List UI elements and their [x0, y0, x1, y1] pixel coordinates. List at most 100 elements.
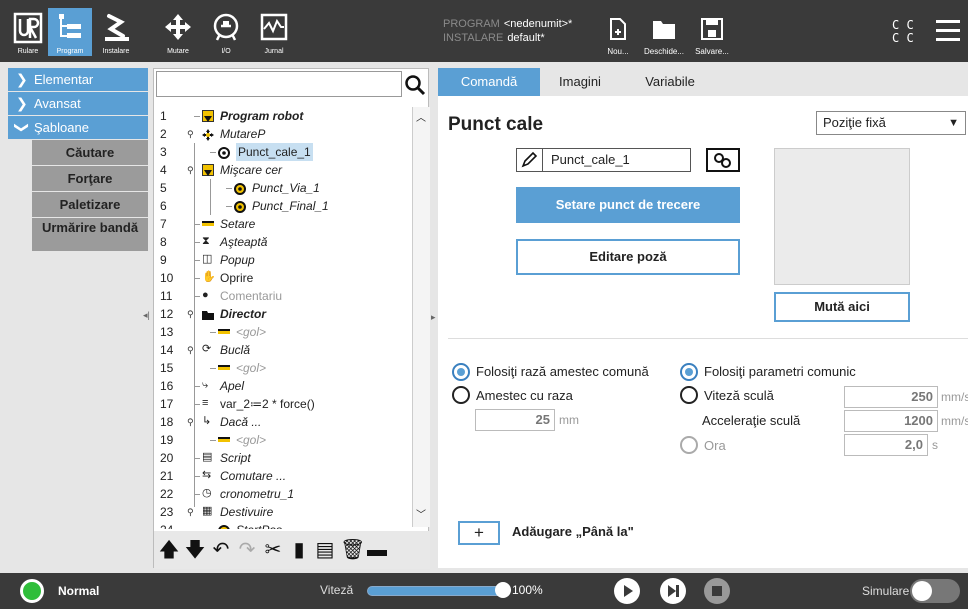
nav-installation[interactable]: Instalare: [94, 8, 138, 56]
power-status-icon[interactable]: [20, 579, 44, 603]
move-here-button[interactable]: Mută aici: [774, 292, 910, 322]
tree-search-input[interactable]: [156, 71, 402, 97]
suppress-icon[interactable]: ▬: [366, 537, 388, 563]
radio-tool-speed[interactable]: [680, 386, 698, 404]
radio-shared-blend[interactable]: [452, 363, 470, 381]
radio-blend-radius[interactable]: [452, 386, 470, 404]
pin-icon[interactable]: ⚲: [187, 413, 194, 431]
cut-icon[interactable]: ✂: [262, 537, 284, 563]
tree-row[interactable]: 22 ◷ cronometru_1: [154, 485, 410, 503]
tree-row[interactable]: 4 ⚲ Mişcare cer: [154, 161, 410, 179]
radio-shared-params[interactable]: [680, 363, 698, 381]
nav-io[interactable]: I/O: [204, 8, 248, 56]
tab-command[interactable]: Comandă: [438, 68, 540, 96]
tab-graphics[interactable]: Imagini: [540, 68, 620, 96]
tree-row[interactable]: 1 Program robot: [154, 107, 410, 125]
sidebar-item-palletizing[interactable]: Paletizare: [32, 192, 148, 218]
redo-icon[interactable]: ↷: [236, 537, 258, 563]
search-icon[interactable]: [404, 74, 426, 96]
tree-row-number: 4: [160, 163, 167, 177]
add-until-button[interactable]: +: [458, 521, 500, 545]
tree-row[interactable]: 16 ⤷ Apel: [154, 377, 410, 395]
position-type-select[interactable]: Poziţie fixă ▼: [816, 111, 966, 135]
time-input[interactable]: 2,0: [844, 434, 928, 456]
open-button[interactable]: Deschide...: [642, 18, 686, 58]
move-icon: [202, 128, 214, 141]
tree-row[interactable]: 17 ≡ var_2≔2 * force(): [154, 395, 410, 413]
tree-row[interactable]: 3 Punct_cale_1: [154, 143, 410, 161]
radio-time[interactable]: [680, 436, 698, 454]
tab-variables[interactable]: Variabile: [620, 68, 720, 96]
tree-row-label: Mişcare cer: [220, 163, 283, 177]
sidebar-category-label: Şabloane: [34, 120, 89, 135]
scroll-up-icon[interactable]: ︿: [416, 109, 426, 124]
tool-accel-input[interactable]: 1200: [844, 410, 938, 432]
nav-program[interactable]: Program: [48, 8, 92, 56]
sidebar-item-search[interactable]: Căutare: [32, 140, 148, 166]
tree-row-number: 3: [160, 145, 167, 159]
tree-row[interactable]: 13 <gol>: [154, 323, 410, 341]
move-up-icon[interactable]: 🡅: [158, 537, 180, 563]
tree-row[interactable]: 6 Punct_Final_1: [154, 197, 410, 215]
paste-icon[interactable]: ▤: [314, 537, 336, 563]
assignment-icon: ≡: [202, 397, 209, 409]
blend-radius-input[interactable]: 25: [475, 409, 555, 431]
scroll-down-icon[interactable]: ﹀: [416, 506, 426, 521]
speed-slider-handle[interactable]: [495, 582, 511, 598]
pin-icon[interactable]: ⚲: [187, 161, 194, 179]
play-button[interactable]: [614, 578, 640, 604]
pencil-icon[interactable]: [517, 149, 543, 171]
tree-row[interactable]: 23 ⚲ ▦ Destivuire: [154, 503, 410, 521]
tree-row-number: 5: [160, 181, 167, 195]
tree-row[interactable]: 24 StartPos: [154, 521, 410, 529]
copy-icon[interactable]: ▮: [288, 537, 310, 563]
tree-row-label: Comentariu: [220, 289, 283, 303]
tree-row[interactable]: 19 <gol>: [154, 431, 410, 449]
sidebar-item-conveyor[interactable]: Urmărire bandă: [32, 218, 148, 252]
sidebar-item-force[interactable]: Forţare: [32, 166, 148, 192]
simulation-toggle[interactable]: [910, 579, 960, 603]
save-button[interactable]: Salvare...: [690, 18, 734, 58]
splitter-left-icon[interactable]: ◂|: [143, 310, 151, 322]
tree-row[interactable]: 7 Setare: [154, 215, 410, 233]
tree-row[interactable]: 9 ◫ Popup: [154, 251, 410, 269]
tree-row[interactable]: 12 ⚲ Director: [154, 305, 410, 323]
tree-row[interactable]: 14 ⚲ ⟳ Buclă: [154, 341, 410, 359]
tree-row[interactable]: 18 ⚲ ↳ Dacă ...: [154, 413, 410, 431]
link-icon[interactable]: [706, 148, 740, 172]
waypoint-name-field[interactable]: Punct_cale_1: [516, 148, 691, 172]
tree-row[interactable]: 11 ● Comentariu: [154, 287, 410, 305]
save-button-label: Salvare...: [695, 47, 729, 56]
tree-row[interactable]: 8 ⧗ Aşteaptă: [154, 233, 410, 251]
undo-icon[interactable]: ↶: [210, 537, 232, 563]
set-waypoint-button[interactable]: Setare punct de trecere: [516, 187, 740, 223]
tree-row[interactable]: 2 ⚲ MutareP: [154, 125, 410, 143]
edit-pose-button[interactable]: Editare poză: [516, 239, 740, 275]
step-button[interactable]: [660, 578, 686, 604]
tree-row[interactable]: 20 ▤ Script: [154, 449, 410, 467]
nav-log[interactable]: Jurnal: [252, 8, 296, 56]
pin-icon[interactable]: ⚲: [187, 503, 194, 521]
delete-icon[interactable]: 🗑: [340, 537, 365, 563]
move-down-icon[interactable]: 🡇: [184, 537, 206, 563]
speed-slider[interactable]: [367, 586, 505, 596]
program-label: PROGRAM: [443, 18, 500, 30]
tree-scrollbar[interactable]: ︿ ﹀: [412, 107, 430, 527]
pin-icon[interactable]: ⚲: [187, 305, 194, 323]
tree-row[interactable]: 5 Punct_Via_1: [154, 179, 410, 197]
tree-row[interactable]: 15 <gol>: [154, 359, 410, 377]
comment-icon: ●: [202, 289, 209, 301]
sidebar-category-advanced[interactable]: ❯ Avansat: [8, 92, 148, 115]
sidebar-category-templates[interactable]: ❯ Şabloane: [8, 116, 148, 139]
hamburger-menu-icon[interactable]: [936, 20, 960, 42]
sidebar-category-basic[interactable]: ❯ Elementar: [8, 68, 148, 91]
tree-row-label: MutareP: [220, 127, 266, 141]
tree-row[interactable]: 10 ✋ Oprire: [154, 269, 410, 287]
pin-icon[interactable]: ⚲: [187, 125, 194, 143]
nav-move[interactable]: Mutare: [156, 8, 200, 56]
cc-indicator[interactable]: C C C C: [892, 19, 914, 45]
stop-button[interactable]: [704, 578, 730, 604]
tool-speed-input[interactable]: 250: [844, 386, 938, 408]
tree-row[interactable]: 21 ⇆ Comutare ...: [154, 467, 410, 485]
pin-icon[interactable]: ⚲: [187, 341, 194, 359]
